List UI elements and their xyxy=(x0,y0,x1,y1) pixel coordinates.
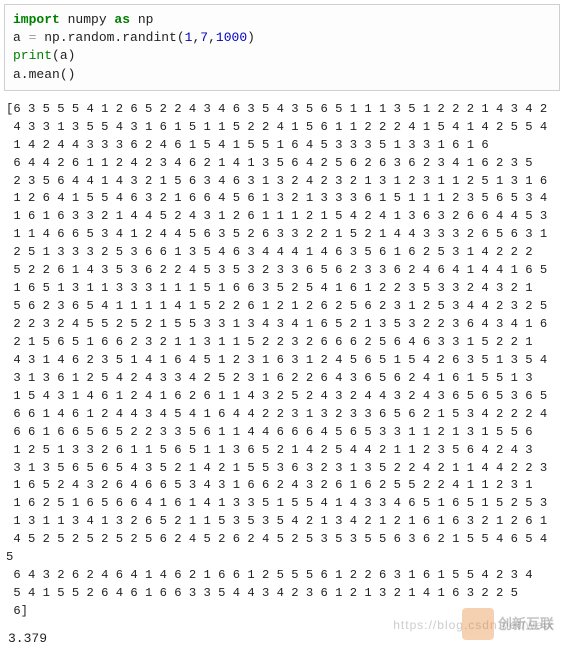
logo-text: 创新互联 xyxy=(498,617,554,631)
arg-2: 7 xyxy=(200,30,208,45)
array-output: [6 3 5 5 5 4 1 2 6 5 2 2 4 3 4 6 3 5 4 3… xyxy=(0,95,564,627)
code-line-1: import numpy as np xyxy=(13,11,551,29)
parens: () xyxy=(60,67,76,82)
paren-close: ) xyxy=(247,30,255,45)
call-mean: a.mean xyxy=(13,67,60,82)
alias-name: np xyxy=(130,12,153,27)
lib-name: numpy xyxy=(60,12,115,27)
keyword-import: import xyxy=(13,12,60,27)
paren-open: ( xyxy=(52,48,60,63)
code-block: import numpy as np a = np.random.randint… xyxy=(4,4,560,91)
code-line-4: a.mean() xyxy=(13,66,551,84)
logo-square-icon xyxy=(462,608,494,640)
code-line-3: print(a) xyxy=(13,47,551,65)
code-line-2: a = np.random.randint(1,7,1000) xyxy=(13,29,551,47)
arg-3: 1000 xyxy=(216,30,247,45)
fn-print: print xyxy=(13,48,52,63)
print-arg: a xyxy=(60,48,68,63)
var-a: a xyxy=(13,30,29,45)
paren-open: ( xyxy=(177,30,185,45)
keyword-as: as xyxy=(114,12,130,27)
call-randint: np.random.randint xyxy=(36,30,176,45)
logo-watermark: 创新互联 xyxy=(458,604,558,644)
comma: , xyxy=(208,30,216,45)
paren-close: ) xyxy=(68,48,76,63)
